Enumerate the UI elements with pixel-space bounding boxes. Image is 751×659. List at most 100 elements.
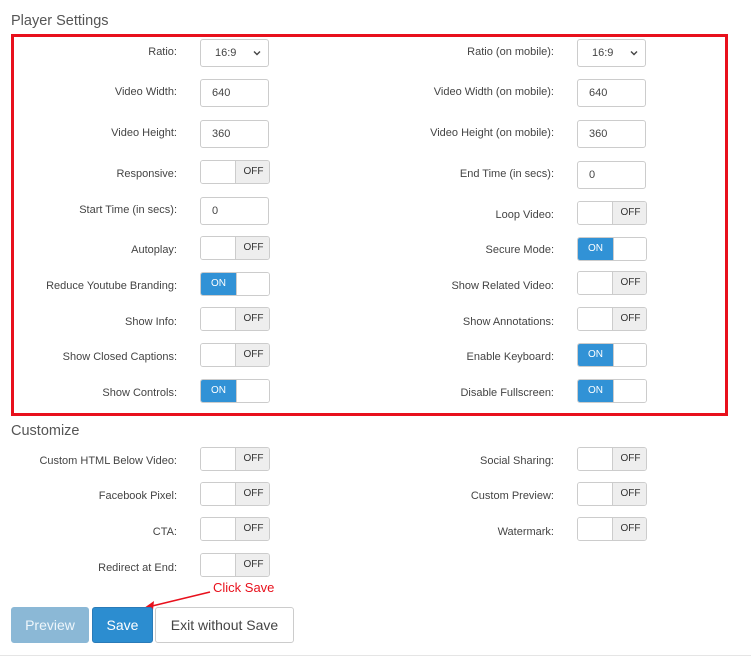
show-controls-label: Show Controls: xyxy=(102,387,177,399)
toggle-state: OFF xyxy=(236,344,269,366)
toggle-handle xyxy=(201,237,236,259)
secure-mode-toggle[interactable]: ON xyxy=(577,237,647,261)
custom-preview-label: Custom Preview: xyxy=(470,490,554,502)
toggle-handle xyxy=(201,483,236,505)
chevron-down-icon xyxy=(253,51,261,56)
social-sharing-label: Social Sharing: xyxy=(480,455,554,467)
toggle-state: OFF xyxy=(613,202,646,224)
show-annotations-toggle[interactable]: OFF xyxy=(577,307,647,331)
toggle-state: OFF xyxy=(236,448,269,470)
toggle-handle xyxy=(578,202,613,224)
video-height-mobile-label: Video Height (on mobile): xyxy=(430,127,554,139)
autoplay-toggle[interactable]: OFF xyxy=(200,236,270,260)
toggle-state: OFF xyxy=(236,161,269,183)
toggle-handle xyxy=(201,161,236,183)
toggle-handle xyxy=(201,554,236,576)
show-related-toggle[interactable]: OFF xyxy=(577,271,647,295)
toggle-handle xyxy=(578,483,613,505)
enable-keyboard-label: Enable Keyboard: xyxy=(466,351,554,363)
video-height-label: Video Height: xyxy=(111,127,177,139)
show-info-label: Show Info: xyxy=(125,316,177,328)
video-width-label: Video Width: xyxy=(114,86,177,98)
show-annotations-label: Show Annotations: xyxy=(462,316,554,328)
exit-without-save-button[interactable]: Exit without Save xyxy=(155,607,294,643)
toggle-state: OFF xyxy=(613,483,646,505)
player-settings-title: Player Settings xyxy=(11,13,109,29)
show-controls-toggle[interactable]: ON xyxy=(200,379,270,403)
autoplay-label: Autoplay: xyxy=(131,244,177,256)
end-time-label: End Time (in secs): xyxy=(459,168,554,180)
toggle-state: ON xyxy=(201,380,236,402)
toggle-state: OFF xyxy=(236,483,269,505)
loop-video-label: Loop Video: xyxy=(495,209,554,221)
social-sharing-toggle[interactable]: OFF xyxy=(577,447,647,471)
ratio-mobile-select[interactable]: 16:9 xyxy=(577,39,646,67)
loop-video-toggle[interactable]: OFF xyxy=(577,201,647,225)
ratio-select[interactable]: 16:9 xyxy=(200,39,269,67)
save-button[interactable]: Save xyxy=(92,607,153,643)
show-captions-label: Show Closed Captions: xyxy=(62,351,177,363)
toggle-handle xyxy=(578,448,613,470)
ratio-mobile-value: 16:9 xyxy=(592,47,614,59)
custom-html-toggle[interactable]: OFF xyxy=(200,447,270,471)
toggle-state: ON xyxy=(578,238,613,260)
toggle-handle xyxy=(613,380,646,402)
video-width-input[interactable]: 640 xyxy=(200,79,269,107)
toggle-state: ON xyxy=(201,273,236,295)
toggle-handle xyxy=(236,380,269,402)
show-captions-toggle[interactable]: OFF xyxy=(200,343,270,367)
ratio-label: Ratio: xyxy=(148,46,177,58)
toggle-state: OFF xyxy=(613,448,646,470)
video-width-mobile-label: Video Width (on mobile): xyxy=(433,86,554,98)
cta-label: CTA: xyxy=(152,526,177,538)
toggle-state: OFF xyxy=(236,518,269,540)
custom-preview-toggle[interactable]: OFF xyxy=(577,482,647,506)
video-height-input[interactable]: 360 xyxy=(200,120,269,148)
ratio-value: 16:9 xyxy=(215,47,237,59)
toggle-handle xyxy=(578,518,613,540)
start-time-input[interactable]: 0 xyxy=(200,197,269,225)
video-height-mobile-input[interactable]: 360 xyxy=(577,120,646,148)
secure-mode-label: Secure Mode: xyxy=(485,244,554,256)
customize-title: Customize xyxy=(11,423,80,439)
toggle-handle xyxy=(201,448,236,470)
toggle-state: OFF xyxy=(236,308,269,330)
toggle-state: OFF xyxy=(236,237,269,259)
toggle-state: OFF xyxy=(613,308,646,330)
disable-fullscreen-toggle[interactable]: ON xyxy=(577,379,647,403)
toggle-state: ON xyxy=(578,380,613,402)
watermark-label: Watermark: xyxy=(497,526,554,538)
reduce-branding-label: Reduce Youtube Branding: xyxy=(46,280,177,292)
facebook-pixel-label: Facebook Pixel: xyxy=(98,490,177,502)
toggle-handle xyxy=(201,518,236,540)
show-info-toggle[interactable]: OFF xyxy=(200,307,270,331)
responsive-label: Responsive: xyxy=(116,168,177,180)
end-time-input[interactable]: 0 xyxy=(577,161,646,189)
enable-keyboard-toggle[interactable]: ON xyxy=(577,343,647,367)
toggle-state: OFF xyxy=(236,554,269,576)
toggle-handle xyxy=(201,344,236,366)
divider xyxy=(0,655,751,656)
click-save-annotation: Click Save xyxy=(213,580,275,595)
watermark-toggle[interactable]: OFF xyxy=(577,517,647,541)
redirect-end-label: Redirect at End: xyxy=(98,562,177,574)
custom-html-label: Custom HTML Below Video: xyxy=(39,455,177,467)
toggle-handle xyxy=(613,238,646,260)
chevron-down-icon xyxy=(630,51,638,56)
start-time-label: Start Time (in secs): xyxy=(79,204,177,216)
preview-button[interactable]: Preview xyxy=(11,607,89,643)
redirect-end-toggle[interactable]: OFF xyxy=(200,553,270,577)
toggle-state: OFF xyxy=(613,518,646,540)
cta-toggle[interactable]: OFF xyxy=(200,517,270,541)
responsive-toggle[interactable]: OFF xyxy=(200,160,270,184)
toggle-handle xyxy=(578,308,613,330)
reduce-branding-toggle[interactable]: ON xyxy=(200,272,270,296)
toggle-handle xyxy=(236,273,269,295)
disable-fullscreen-label: Disable Fullscreen: xyxy=(460,387,554,399)
facebook-pixel-toggle[interactable]: OFF xyxy=(200,482,270,506)
toggle-state: ON xyxy=(578,344,613,366)
toggle-state: OFF xyxy=(613,272,646,294)
show-related-label: Show Related Video: xyxy=(451,280,554,292)
video-width-mobile-input[interactable]: 640 xyxy=(577,79,646,107)
toggle-handle xyxy=(201,308,236,330)
